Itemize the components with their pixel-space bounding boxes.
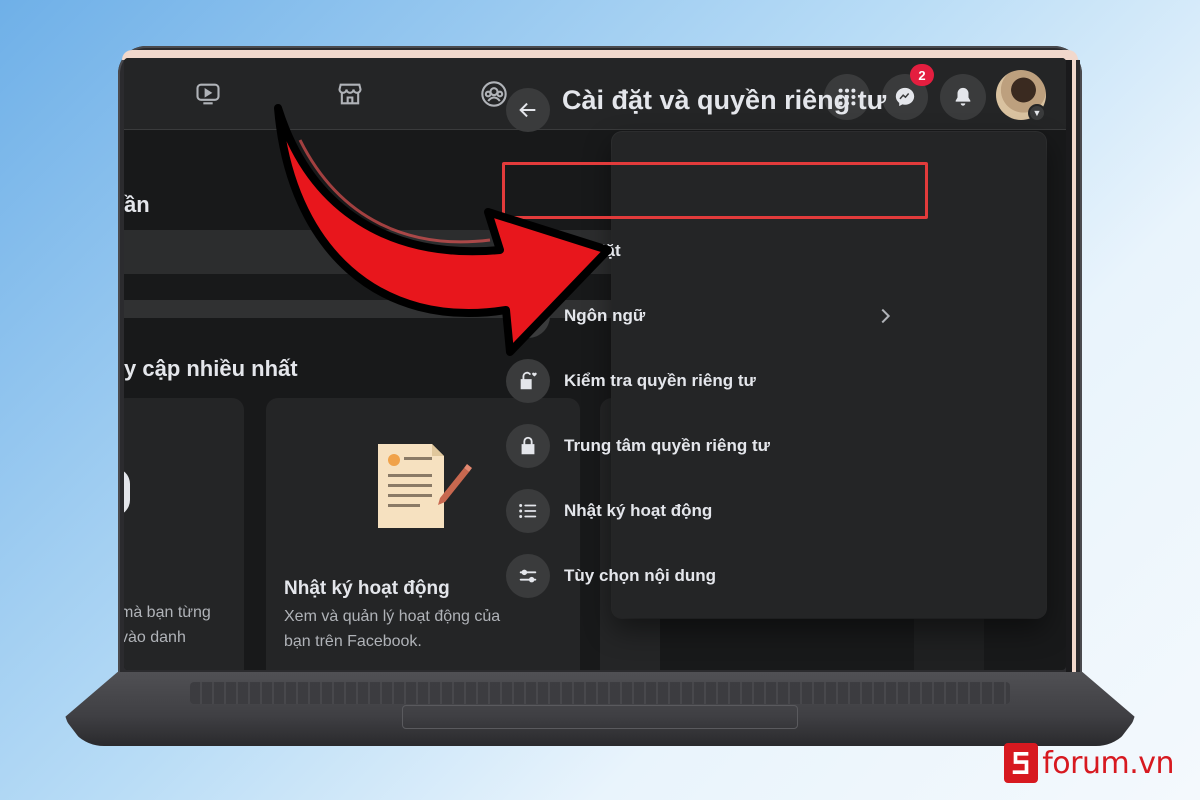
card-desc-line: bạn trên Facebook. bbox=[284, 633, 422, 650]
card-icon-fragment bbox=[124, 468, 130, 516]
menu-item-activity-log[interactable]: Nhật ký hoạt động bbox=[500, 481, 912, 541]
menu-item-label: Kiểm tra quyền riêng tư bbox=[564, 371, 756, 390]
menu-item-privacy-center[interactable]: Trung tâm quyền riêng tư bbox=[500, 416, 912, 476]
card-title: Nhật ký hoạt động bbox=[284, 578, 450, 599]
messenger-badge: 2 bbox=[910, 64, 934, 86]
messenger-icon bbox=[895, 87, 915, 107]
page-heading-fragment: ần bbox=[124, 192, 150, 217]
notifications-button[interactable] bbox=[940, 74, 986, 120]
menu-item-label: Tùy chọn nội dung bbox=[564, 566, 717, 585]
logo-text: forum.vn bbox=[1042, 745, 1174, 781]
annotation-arrow bbox=[274, 104, 612, 356]
chevron-right-icon bbox=[881, 308, 891, 324]
document-illustration-icon bbox=[378, 444, 472, 528]
chevron-down-icon[interactable]: ▼ bbox=[1028, 104, 1046, 122]
sliders-icon bbox=[506, 554, 550, 598]
shortcut-card-left[interactable]: mà bạn từng vào danh bbox=[124, 398, 244, 670]
lock-icon bbox=[506, 424, 550, 468]
sforum-logo-mark bbox=[1004, 743, 1039, 783]
card-desc-line: vào danh bbox=[124, 629, 186, 646]
laptop-bezel-right bbox=[1066, 60, 1080, 680]
bell-icon bbox=[955, 87, 971, 106]
sforum-logo: forum.vn bbox=[1004, 742, 1174, 784]
laptop-keyboard bbox=[190, 682, 1010, 704]
menu-item-privacy-checkup[interactable]: Kiểm tra quyền riêng tư bbox=[500, 351, 912, 411]
menu-item-label: Trung tâm quyền riêng tư bbox=[564, 436, 770, 455]
menu-item-label: Nhật ký hoạt động bbox=[564, 501, 713, 520]
list-icon bbox=[506, 489, 550, 533]
laptop-trackpad bbox=[402, 705, 798, 729]
card-desc-line: Xem và quản lý hoạt động của bbox=[284, 608, 501, 625]
watch-icon[interactable] bbox=[194, 80, 222, 108]
card-desc-line: mà bạn từng bbox=[124, 604, 211, 621]
lock-heart-icon bbox=[506, 359, 550, 403]
menu-item-content-preferences[interactable]: Tùy chọn nội dung bbox=[500, 546, 912, 606]
